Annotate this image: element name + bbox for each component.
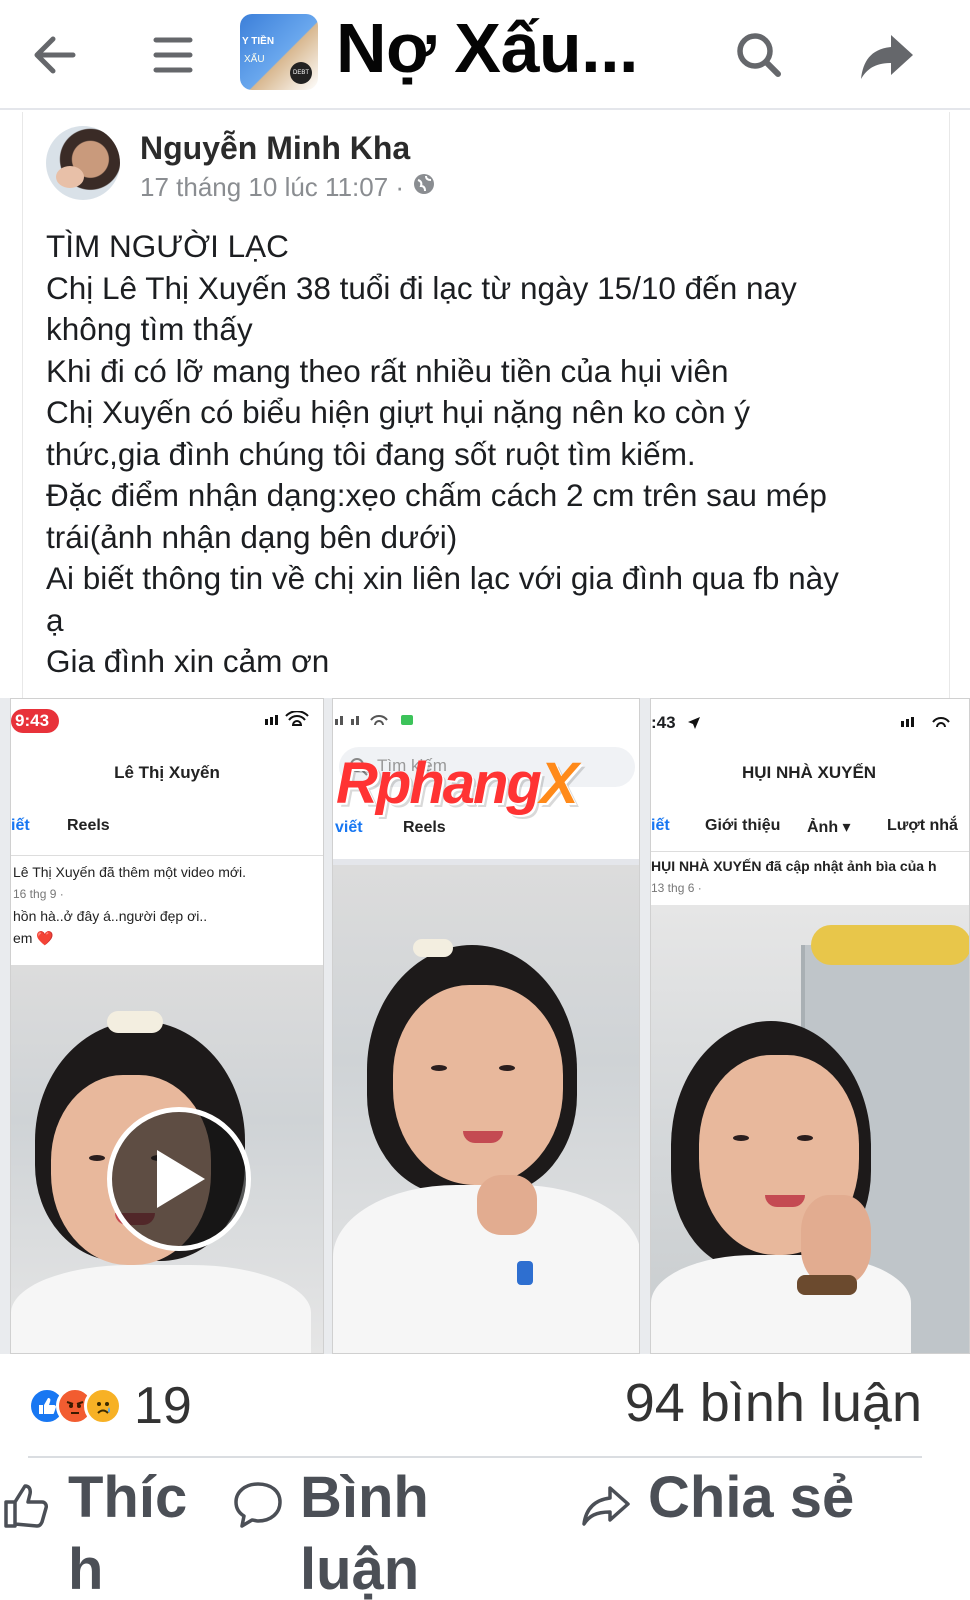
post-line: Chị Xuyến có biểu hiện giựt hụi nặng nên… <box>46 394 751 430</box>
feed-text: HỤI NHÀ XUYẾN đã cập nhật ảnh bìa của h <box>651 858 937 874</box>
author-name[interactable]: Nguyễn Minh Kha <box>140 130 410 167</box>
tab-about[interactable]: Giới thiệu <box>705 817 780 835</box>
back-arrow-icon[interactable] <box>20 20 90 90</box>
avatar[interactable] <box>46 126 120 200</box>
globe-icon <box>412 172 436 203</box>
comment-button[interactable]: Bình luận <box>232 1462 440 1600</box>
post-line: ạ <box>46 601 64 638</box>
tab-reels[interactable]: Reels <box>403 819 446 837</box>
feed-text: hồn hà..ở đây á..người đẹp ơi.. <box>13 908 208 924</box>
screenshot-left[interactable]: 9:43 Lê Thị Xuyến iết Reels Lê Thị Xuyến… <box>10 698 324 1354</box>
post-line: Đặc điểm nhận dạng:xẹo chấm cách 2 cm tr… <box>46 477 827 513</box>
feed-date: 16 thg 9 · <box>13 887 64 901</box>
tab-reels[interactable]: Reels <box>67 817 110 835</box>
feed-item: Lê Thị Xuyến đã thêm một video mới. 16 t… <box>13 861 246 949</box>
reaction-count: 19 <box>134 1377 192 1435</box>
share-button[interactable]: Chia sẻ <box>580 1462 908 1535</box>
comment-bubble-icon <box>232 1480 284 1535</box>
post-line: trái(ảnh nhận dạng bên dưới) <box>46 518 458 555</box>
location-arrow-icon <box>687 715 701 735</box>
status-bar: 9:43 <box>11 709 323 739</box>
share-forward-icon[interactable] <box>852 20 922 90</box>
watermark: RphangX <box>336 750 579 817</box>
watermark-text: Rphang <box>336 751 542 816</box>
search-icon[interactable] <box>724 20 794 90</box>
tab-posts[interactable]: iết <box>651 817 670 835</box>
feed-text: Lê Thị Xuyến đã thêm một video mới. <box>13 864 247 880</box>
post-line: thức,gia đình chúng tôi đang sốt ruột tì… <box>46 435 696 472</box>
signal-icon <box>265 710 313 734</box>
action-bar: Thích Bình luận Chia sẻ <box>0 1462 970 1600</box>
feed-item: HỤI NHÀ XUYẾN đã cập nhật ảnh bìa của h … <box>651 855 937 899</box>
logo-text: XẤU <box>244 54 265 65</box>
status-bar <box>333 709 639 739</box>
post-line: Khi đi có lỡ mang theo rất nhiều tiền củ… <box>46 352 729 389</box>
signal-icon <box>335 711 425 734</box>
cover-photo[interactable] <box>651 905 969 1353</box>
watermark-x: X <box>539 751 579 816</box>
tab-reviews[interactable]: Lượt nhắ <box>887 817 958 835</box>
tab-posts[interactable]: iết <box>11 817 30 835</box>
reaction-summary[interactable]: 19 <box>28 1376 192 1436</box>
post-meta: 17 tháng 10 lúc 11:07 · <box>140 172 436 203</box>
feed-text: em ❤️ <box>13 930 54 946</box>
comment-label: Bình luận <box>300 1465 429 1600</box>
photo-collage[interactable]: 9:43 Lê Thị Xuyến iết Reels Lê Thị Xuyến… <box>0 698 970 1354</box>
comment-count[interactable]: 94 bình luận <box>625 1372 922 1434</box>
logo-badge: DEBT <box>290 62 312 84</box>
thumbs-up-icon <box>2 1480 52 1535</box>
share-arrow-icon <box>580 1480 632 1535</box>
group-title[interactable]: Nợ Xấu... <box>336 8 639 88</box>
top-bar: Y TIỀN XẤU DEBT Nợ Xấu... <box>0 0 970 110</box>
post-line: không tìm thấy <box>46 311 253 347</box>
signal-icon <box>901 713 961 736</box>
status-bar: :43 <box>651 709 969 739</box>
post-line: Chị Lê Thị Xuyến 38 tuổi đi lạc từ ngày … <box>46 269 797 306</box>
tab-posts[interactable]: viết <box>335 819 363 837</box>
group-page-title: HỤI NHÀ XUYẾN <box>741 763 877 782</box>
screenshot-right[interactable]: :43 HỤI NHÀ XUYẾN iết Giới thiệu Ảnh ▾ L… <box>650 698 970 1354</box>
divider <box>28 1456 922 1458</box>
share-label: Chia sẻ <box>648 1465 855 1530</box>
feed-date: 13 thg 6 · <box>651 881 702 895</box>
post-body: TÌM NGƯỜI LẠC Chị Lê Thị Xuyến 38 tuổi đ… <box>46 226 926 683</box>
post-line: Ai biết thông tin về chị xin liên lạc vớ… <box>46 560 839 596</box>
post-timestamp[interactable]: 17 tháng 10 lúc 11:07 · <box>140 172 404 203</box>
play-icon[interactable] <box>107 1107 251 1251</box>
sad-reaction-icon <box>84 1387 122 1425</box>
menu-icon[interactable] <box>138 20 208 90</box>
group-logo[interactable]: Y TIỀN XẤU DEBT <box>240 14 318 90</box>
tab-photos[interactable]: Ảnh ▾ <box>807 817 851 837</box>
time-text: :43 <box>651 713 676 732</box>
post-line: TÌM NGƯỜI LẠC <box>46 228 289 264</box>
post-line: Gia đình xin cảm ơn <box>46 643 330 679</box>
profile-photo[interactable] <box>333 865 639 1353</box>
profile-title: Lê Thị Xuyến <box>114 763 220 782</box>
logo-text: Y TIỀN <box>242 36 275 47</box>
time-badge: 9:43 <box>11 709 60 733</box>
like-label: Thích <box>68 1465 188 1600</box>
like-button[interactable]: Thích <box>2 1462 198 1600</box>
